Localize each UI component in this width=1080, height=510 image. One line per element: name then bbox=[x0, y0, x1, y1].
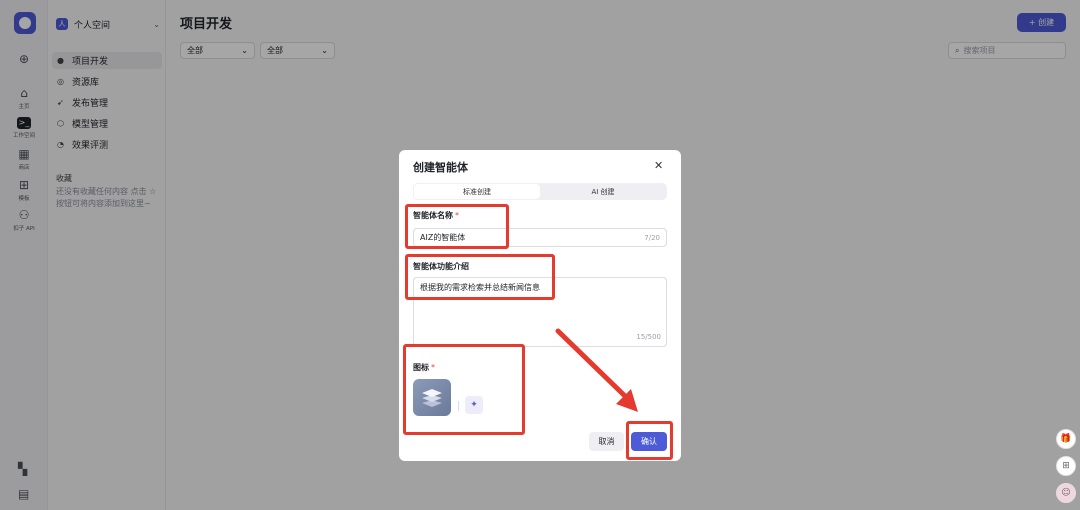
agent-name-count: 7/20 bbox=[644, 233, 660, 242]
gift-icon[interactable]: 🎁 bbox=[1056, 429, 1076, 449]
annotation-arrow-icon bbox=[555, 328, 638, 412]
dialog-title: 创建智能体 bbox=[413, 161, 468, 174]
add-widget-icon[interactable]: ⊞ bbox=[1056, 456, 1076, 476]
tab-ai-create[interactable]: AI 创建 bbox=[540, 184, 666, 199]
annotation-box-icon bbox=[403, 344, 525, 435]
create-mode-tabs: 标准创建 AI 创建 bbox=[413, 183, 667, 200]
tab-standard-create[interactable]: 标准创建 bbox=[414, 184, 540, 199]
annotation-box-name bbox=[405, 204, 509, 249]
annotation-box-description bbox=[405, 254, 555, 300]
user-avatar[interactable]: ☺ bbox=[1056, 483, 1076, 503]
cancel-button[interactable]: 取消 bbox=[589, 432, 624, 451]
close-icon[interactable]: ✕ bbox=[654, 159, 663, 172]
annotation-box-confirm bbox=[626, 421, 673, 460]
